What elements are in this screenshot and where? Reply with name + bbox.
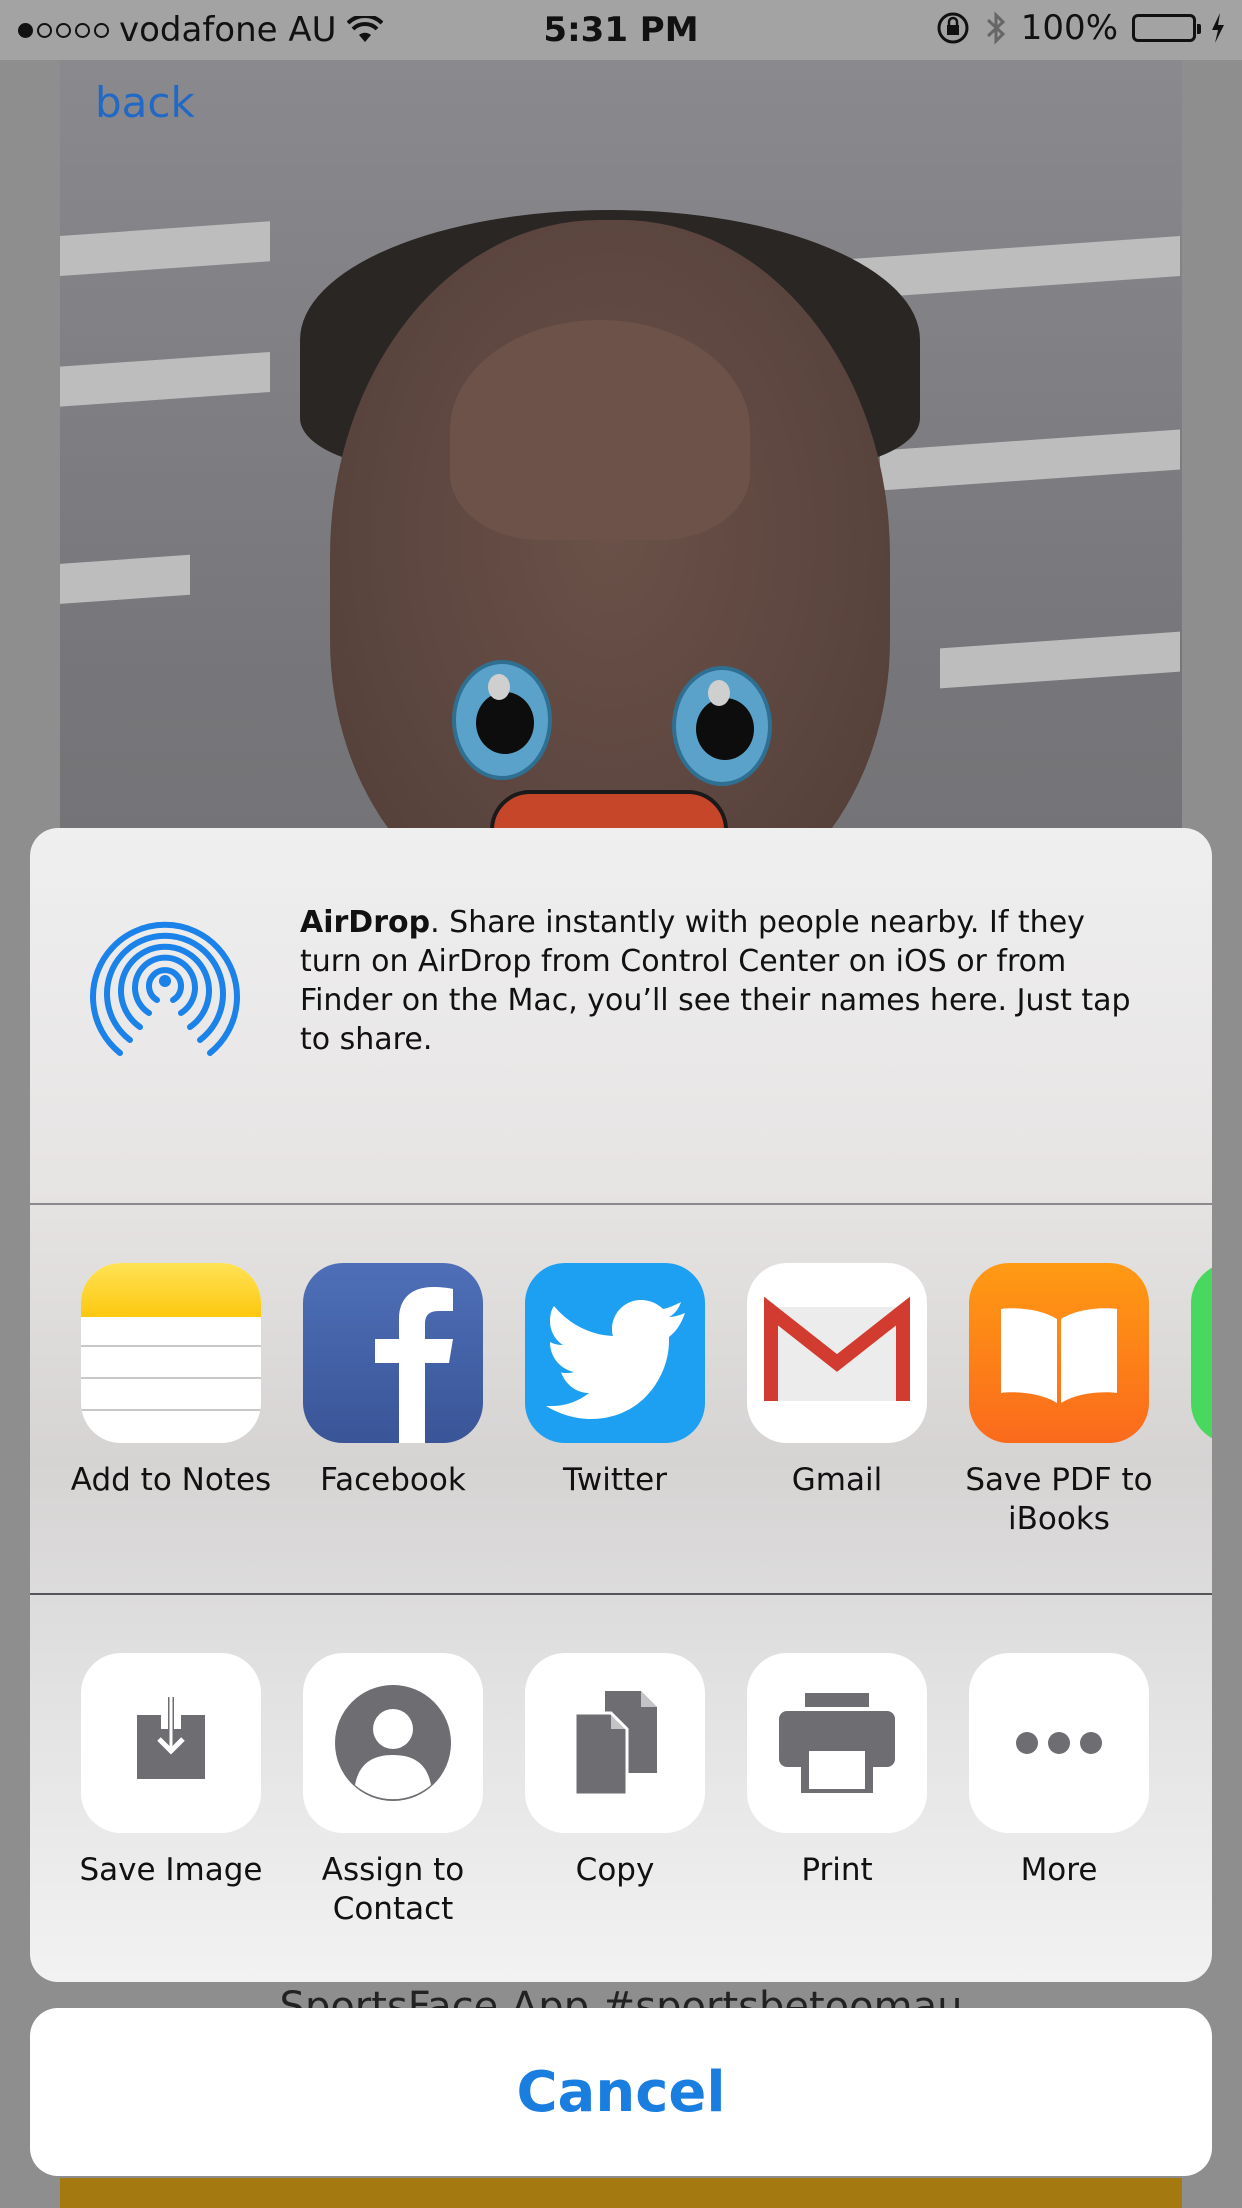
action-label: Print <box>801 1852 873 1888</box>
facebook-icon <box>303 1263 483 1443</box>
copy-icon <box>525 1653 705 1833</box>
ibooks-icon <box>969 1263 1149 1443</box>
share-app-label: Twitter <box>563 1462 667 1498</box>
gmail-icon <box>747 1263 927 1443</box>
notes-icon <box>81 1263 261 1443</box>
action-label: Assign to Contact <box>321 1852 465 1927</box>
share-app-facebook[interactable]: Facebook <box>282 1263 504 1500</box>
share-app-ibooks[interactable]: Save PDF to iBooks <box>948 1263 1170 1539</box>
bluetooth-icon <box>986 11 1005 45</box>
share-actions-row: Save Image Assign to Contact Copy Print … <box>30 1595 1212 1982</box>
airdrop-icon <box>90 921 240 1056</box>
messages-icon <box>1191 1263 1212 1443</box>
cancel-label: Cancel <box>516 2059 726 2125</box>
twitter-icon <box>525 1263 705 1443</box>
status-right: 100% <box>935 8 1226 48</box>
charging-icon <box>1212 13 1224 43</box>
share-apps-row: Add to Notes Facebook Twitter Gmail Save… <box>30 1205 1212 1595</box>
action-print[interactable]: Print <box>726 1653 948 1890</box>
battery-icon <box>1132 14 1201 42</box>
print-icon <box>747 1653 927 1833</box>
share-app-gmail[interactable]: Gmail <box>726 1263 948 1500</box>
orientation-lock-icon <box>937 12 969 44</box>
share-app-label: I <box>1170 1461 1212 1500</box>
share-app-messages[interactable]: I <box>1170 1263 1212 1500</box>
airdrop-section[interactable]: AirDrop. Share instantly with people nea… <box>30 828 1212 1205</box>
contact-icon <box>303 1653 483 1833</box>
action-save-image[interactable]: Save Image <box>60 1653 282 1890</box>
action-more[interactable]: More <box>948 1653 1170 1890</box>
back-button[interactable]: back <box>95 78 195 127</box>
share-app-notes[interactable]: Add to Notes <box>60 1263 282 1500</box>
airdrop-title: AirDrop <box>300 905 431 940</box>
action-assign-contact[interactable]: Assign to Contact <box>282 1653 504 1929</box>
status-bar: vodafone AU 5:31 PM 100% <box>0 0 1242 60</box>
share-sheet: AirDrop. Share instantly with people nea… <box>30 828 1212 1982</box>
cancel-button[interactable]: Cancel <box>30 2008 1212 2176</box>
cartoon-eye-left <box>452 660 552 780</box>
save-image-icon <box>81 1653 261 1833</box>
battery-percent: 100% <box>1020 8 1118 48</box>
share-app-label: Save PDF to iBooks <box>965 1462 1153 1537</box>
yellow-strip <box>60 2178 1182 2208</box>
cartoon-eye-right <box>672 666 772 786</box>
forehead <box>450 320 750 540</box>
action-copy[interactable]: Copy <box>504 1653 726 1890</box>
share-app-label: Gmail <box>791 1462 883 1498</box>
share-app-label: Add to Notes <box>70 1462 272 1498</box>
share-app-twitter[interactable]: Twitter <box>504 1263 726 1500</box>
action-label: Save Image <box>79 1852 263 1888</box>
action-label: Copy <box>575 1852 655 1888</box>
more-icon <box>969 1653 1149 1833</box>
action-label: More <box>1020 1852 1098 1888</box>
airdrop-description: AirDrop. Share instantly with people nea… <box>300 905 1131 1057</box>
share-app-label: Facebook <box>320 1462 466 1498</box>
